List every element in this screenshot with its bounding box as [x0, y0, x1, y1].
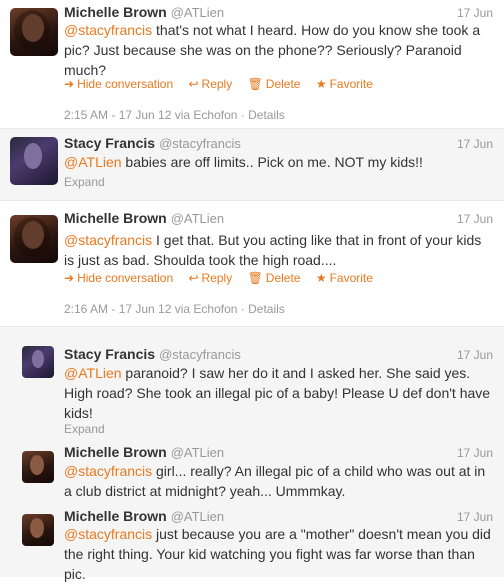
- avatar[interactable]: [22, 346, 54, 378]
- tweet-header: Stacy Francis @stacyfrancis: [64, 135, 241, 153]
- avatar[interactable]: [10, 137, 58, 185]
- tweet-header: Michelle Brown @ATLien: [64, 210, 224, 228]
- tweet-time[interactable]: 17 Jun: [457, 6, 493, 20]
- tweet-text: @ATLien babies are off limits.. Pick on …: [64, 152, 492, 172]
- mention-link[interactable]: @ATLien: [64, 365, 122, 381]
- tweet[interactable]: Michelle Brown @ATLien 17 Jun @stacyfranc…: [0, 506, 504, 582]
- author-name[interactable]: Stacy Francis: [64, 135, 155, 151]
- tweet-text: @stacyfrancis just because you are a "mo…: [64, 524, 492, 584]
- tweet[interactable]: Stacy Francis @stacyfrancis 17 Jun @ATLie…: [0, 327, 504, 439]
- author-handle[interactable]: @stacyfrancis: [159, 136, 241, 151]
- author-name[interactable]: Michelle Brown: [64, 508, 167, 524]
- mention-link[interactable]: @stacyfrancis: [64, 526, 152, 542]
- author-name[interactable]: Michelle Brown: [64, 210, 167, 226]
- author-handle[interactable]: @ATLien: [171, 5, 224, 20]
- tweet-time[interactable]: 17 Jun: [457, 137, 493, 151]
- author-name[interactable]: Michelle Brown: [64, 4, 167, 20]
- author-handle[interactable]: @ATLien: [171, 445, 224, 460]
- trash-icon: 🗑: [247, 271, 263, 285]
- expand-link[interactable]: Expand: [64, 422, 105, 436]
- tweet-header: Michelle Brown @ATLien: [64, 444, 224, 462]
- avatar[interactable]: [10, 8, 58, 56]
- mention-link[interactable]: @stacyfrancis: [64, 463, 152, 479]
- tweet[interactable]: Stacy Francis @stacyfrancis 17 Jun @ATLie…: [0, 129, 504, 200]
- avatar[interactable]: [22, 514, 54, 546]
- tweet[interactable]: Michelle Brown @ATLien 17 Jun @stacyfranc…: [0, 0, 504, 128]
- reply-icon: ↩: [188, 77, 199, 91]
- tweet-actions: ➜ Hide conversation ↩ Reply 🗑 Delete ★ Favor…: [64, 77, 385, 91]
- tweet-meta[interactable]: 2:16 AM - 17 Jun 12 via Echofon · Detail…: [64, 302, 285, 316]
- hide-conversation-button[interactable]: ➜ Hide conversation: [64, 271, 173, 285]
- tweet-text: @stacyfrancis girl... really? An illegal…: [64, 461, 492, 501]
- author-handle[interactable]: @ATLien: [171, 509, 224, 524]
- mention-link[interactable]: @ATLien: [64, 154, 122, 170]
- tweet-text: @stacyfrancis that's not what I heard. H…: [64, 20, 492, 80]
- favorite-button[interactable]: ★ Favorite: [316, 271, 373, 285]
- tweet-meta[interactable]: 2:15 AM - 17 Jun 12 via Echofon · Detail…: [64, 108, 285, 122]
- delete-button[interactable]: 🗑 Delete: [248, 271, 301, 285]
- mention-link[interactable]: @stacyfrancis: [64, 232, 152, 248]
- author-name[interactable]: Stacy Francis: [64, 346, 155, 362]
- arrow-icon: ➜: [64, 271, 75, 285]
- arrow-icon: ➜: [64, 77, 75, 91]
- tweet-header: Stacy Francis @stacyfrancis: [64, 346, 241, 364]
- author-name[interactable]: Michelle Brown: [64, 444, 167, 460]
- star-icon: ★: [315, 271, 327, 285]
- tweet-time[interactable]: 17 Jun: [457, 212, 493, 226]
- hide-conversation-button[interactable]: ➜ Hide conversation: [64, 77, 173, 91]
- tweet-text: @ATLien paranoid? I saw her do it and I …: [64, 363, 492, 423]
- tweet-body: babies are off limits.. Pick on me. NOT …: [125, 154, 423, 170]
- tweet-time[interactable]: 17 Jun: [457, 348, 493, 362]
- tweet[interactable]: Michelle Brown @ATLien 17 Jun @stacyfranc…: [0, 201, 504, 326]
- tweet-actions: ➜ Hide conversation ↩ Reply 🗑 Delete ★ Favor…: [64, 271, 385, 285]
- star-icon: ★: [315, 77, 327, 91]
- delete-button[interactable]: 🗑 Delete: [248, 77, 301, 91]
- reply-icon: ↩: [188, 271, 199, 285]
- tweet[interactable]: Michelle Brown @ATLien 17 Jun @stacyfranc…: [0, 439, 504, 506]
- reply-button[interactable]: ↩ Reply: [188, 77, 232, 91]
- trash-icon: 🗑: [247, 77, 263, 91]
- mention-link[interactable]: @stacyfrancis: [64, 22, 152, 38]
- favorite-button[interactable]: ★ Favorite: [316, 77, 373, 91]
- tweet-time[interactable]: 17 Jun: [457, 510, 493, 524]
- avatar[interactable]: [22, 451, 54, 483]
- author-handle[interactable]: @ATLien: [171, 211, 224, 226]
- tweet-body: paranoid? I saw her do it and I asked he…: [64, 365, 491, 421]
- avatar[interactable]: [10, 215, 58, 263]
- tweet-time[interactable]: 17 Jun: [457, 446, 493, 460]
- tweet-text: @stacyfrancis I get that. But you acting…: [64, 230, 492, 270]
- author-handle[interactable]: @stacyfrancis: [159, 347, 241, 362]
- reply-button[interactable]: ↩ Reply: [188, 271, 232, 285]
- expand-link[interactable]: Expand: [64, 175, 105, 189]
